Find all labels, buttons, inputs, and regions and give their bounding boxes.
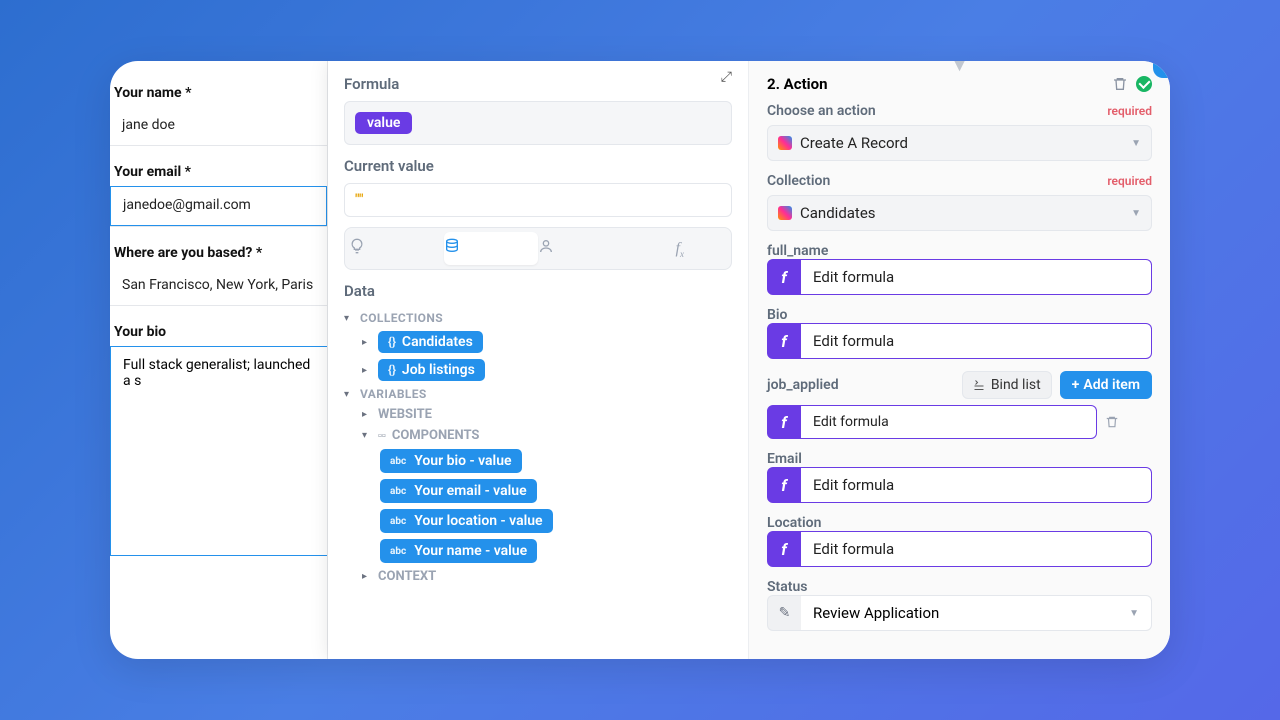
current-value-box: "": [344, 183, 732, 217]
bio-formula-input[interactable]: Edit formula: [801, 323, 1152, 359]
formula-value-chip[interactable]: value: [355, 112, 412, 134]
fx-icon[interactable]: f: [767, 405, 801, 439]
caret-down-icon: ▾: [344, 313, 354, 324]
fx-icon[interactable]: f: [767, 259, 801, 295]
location-formula-input[interactable]: Edit formula: [801, 531, 1152, 567]
email-label: Your email *: [110, 158, 327, 186]
email-field-label: Email: [767, 451, 1152, 467]
component-name-value[interactable]: abcYour name - value: [344, 536, 732, 566]
location-input[interactable]: San Francisco, New York, Paris: [110, 267, 327, 305]
action-panel: ▼ 2. Action Choose an action required Cr…: [748, 61, 1170, 659]
component-location-value[interactable]: abcYour location - value: [344, 506, 732, 536]
tab-data[interactable]: [444, 232, 539, 265]
tab-user[interactable]: [538, 232, 633, 265]
add-item-button[interactable]: + Add item: [1060, 371, 1152, 399]
component-bio-value[interactable]: abcYour bio - value: [344, 446, 732, 476]
remove-item-button[interactable]: [1105, 415, 1119, 429]
corner-tab[interactable]: [1153, 61, 1170, 78]
caret-right-icon: ▸: [362, 337, 372, 348]
group-variables[interactable]: ▾ VARIABLES: [344, 384, 732, 404]
form-preview-panel: Your name * jane doe Your email * janedo…: [110, 61, 328, 659]
bio-field-label: Bio: [767, 307, 1152, 323]
jobapplied-label: job_applied: [767, 377, 839, 393]
tree-item-candidates[interactable]: ▸ {}Candidates: [344, 328, 732, 356]
formula-heading: Formula: [344, 75, 732, 93]
caret-down-icon: ▾: [344, 389, 354, 400]
required-badge: required: [1107, 174, 1152, 188]
current-value-label: Current value: [344, 157, 732, 175]
email-formula-input[interactable]: Edit formula: [801, 467, 1152, 503]
integration-icon: [778, 206, 792, 220]
action-select[interactable]: Create A Record ▼: [767, 125, 1152, 161]
group-context[interactable]: ▸ CONTEXT: [344, 566, 732, 587]
email-input[interactable]: janedoe@gmail.com: [110, 186, 327, 226]
tab-suggestions[interactable]: [349, 232, 444, 265]
chevron-down-icon: ▼: [1129, 608, 1139, 619]
delete-action-button[interactable]: [1112, 76, 1128, 92]
chevron-down-icon: ▼: [1131, 138, 1141, 149]
jobapplied-formula-input[interactable]: Edit formula: [801, 405, 1097, 439]
group-collections[interactable]: ▾ COLLECTIONS: [344, 308, 732, 328]
status-ok-icon: [1136, 76, 1152, 92]
choose-action-label: Choose an action: [767, 103, 876, 119]
data-tab-row: fx: [344, 227, 732, 270]
tree-item-job-listings[interactable]: ▸ {}Job listings: [344, 356, 732, 384]
status-select[interactable]: Review Application ▼: [801, 595, 1152, 631]
formula-editor[interactable]: value: [344, 101, 732, 145]
app-card: Your name * jane doe Your email * janedo…: [110, 61, 1170, 659]
name-input[interactable]: jane doe: [110, 107, 327, 145]
fx-icon[interactable]: f: [767, 467, 801, 503]
data-tree: ▾ COLLECTIONS ▸ {}Candidates ▸ {}Job lis…: [344, 308, 732, 587]
flow-arrow-icon: ▼: [951, 61, 969, 76]
component-email-value[interactable]: abcYour email - value: [344, 476, 732, 506]
caret-right-icon: ▸: [362, 571, 372, 582]
tree-item-website[interactable]: ▸ WEBSITE: [344, 404, 732, 425]
expand-icon[interactable]: ⤢: [721, 69, 732, 85]
bind-list-button[interactable]: Bind list: [962, 371, 1052, 399]
collection-select[interactable]: Candidates ▼: [767, 195, 1152, 231]
caret-right-icon: ▸: [362, 365, 372, 376]
wand-icon[interactable]: ✎: [767, 595, 801, 631]
caret-right-icon: ▸: [362, 409, 372, 420]
integration-icon: [778, 136, 792, 150]
bio-textarea[interactable]: Full stack generalist; launched a s: [110, 346, 327, 556]
data-heading: Data: [344, 282, 732, 300]
bio-label: Your bio: [110, 318, 327, 346]
formula-panel: ⤢ Formula value Current value "" fx Data…: [328, 61, 748, 659]
grid-icon: ▫▫: [378, 429, 386, 442]
fx-icon[interactable]: f: [767, 323, 801, 359]
group-components[interactable]: ▾ ▫▫ COMPONENTS: [344, 425, 732, 446]
location-field-label: Location: [767, 515, 1152, 531]
name-label: Your name *: [110, 79, 327, 107]
required-badge: required: [1107, 104, 1152, 118]
status-field-label: Status: [767, 579, 1152, 595]
fx-icon[interactable]: f: [767, 531, 801, 567]
collection-label: Collection: [767, 173, 830, 189]
tab-functions[interactable]: fx: [633, 232, 728, 265]
fullname-label: full_name: [767, 243, 1152, 259]
fullname-formula-input[interactable]: Edit formula: [801, 259, 1152, 295]
action-title: 2. Action: [767, 75, 1104, 93]
location-label: Where are you based? *: [110, 239, 327, 267]
chevron-down-icon: ▼: [1131, 208, 1141, 219]
caret-down-icon: ▾: [362, 430, 372, 441]
